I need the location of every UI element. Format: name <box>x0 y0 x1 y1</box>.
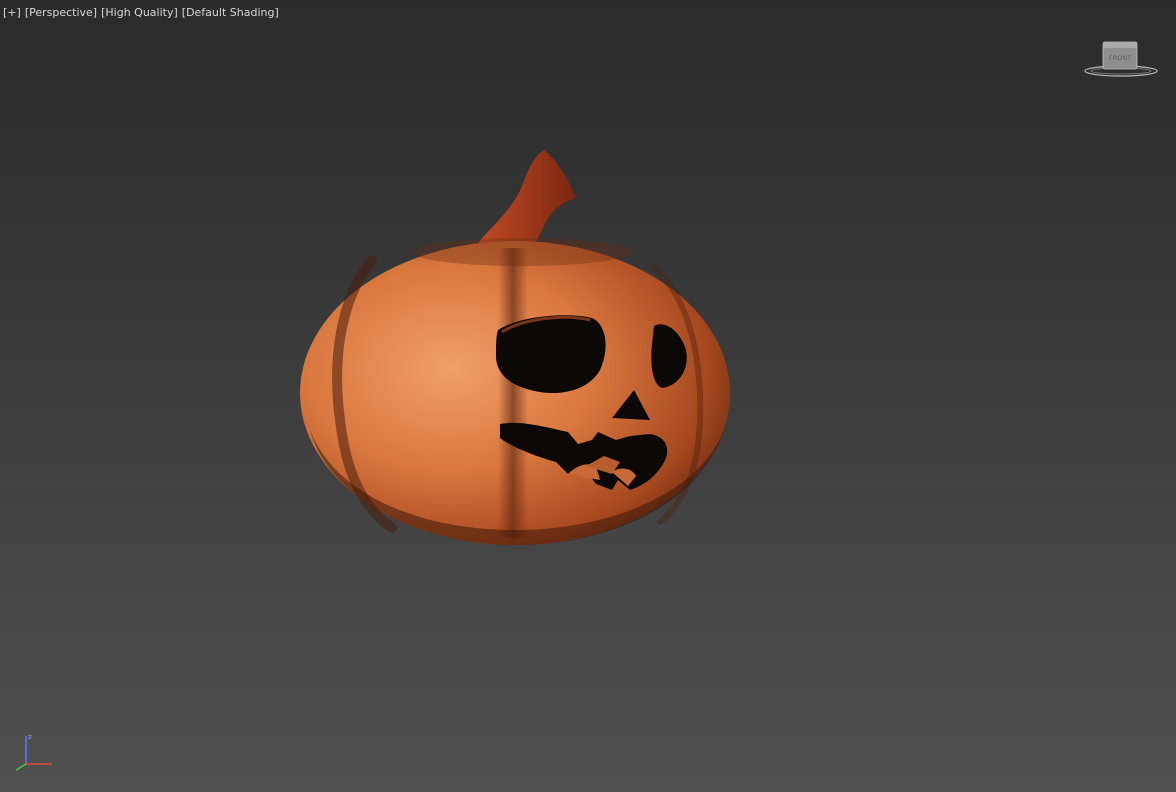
axis-tripod: z <box>8 730 58 772</box>
3d-viewport[interactable]: [+] [Perspective] [High Quality] [Defaul… <box>0 0 1176 792</box>
axis-z-label: z <box>28 733 32 741</box>
scene-canvas[interactable] <box>0 0 1176 792</box>
pumpkin-model[interactable] <box>300 150 730 545</box>
axis-gizmo-icon: z <box>15 733 52 771</box>
pumpkin-rib-center <box>498 248 528 538</box>
pumpkin-stem <box>478 150 576 246</box>
